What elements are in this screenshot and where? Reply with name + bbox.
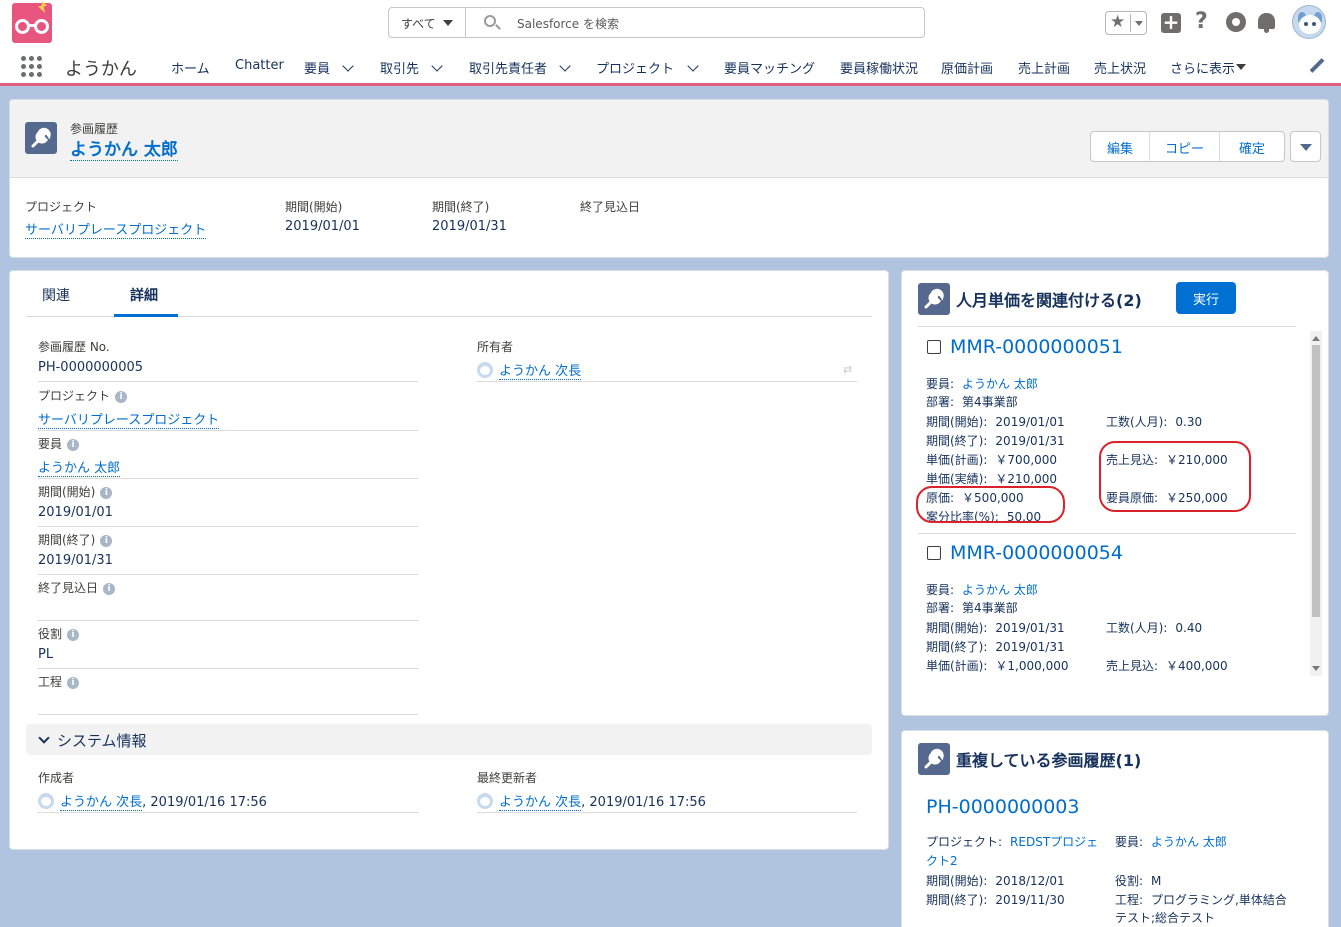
highlight-label: 期間(終了) bbox=[432, 200, 490, 214]
field-created-by: 作成者 ようかん 次長, 2019/01/16 17:56 bbox=[38, 769, 418, 813]
search-icon bbox=[484, 15, 496, 27]
chevron-down-icon[interactable] bbox=[559, 60, 571, 72]
field-end-date: 期間(終了) i 2019/01/31 bbox=[38, 531, 418, 575]
scroll-thumb[interactable] bbox=[1312, 345, 1320, 617]
field-record-no: 参画履歴 No. PH-0000000005 bbox=[38, 338, 418, 382]
edit-button[interactable]: 編集 bbox=[1091, 132, 1150, 161]
panel-title: 重複している参画履歴(1) bbox=[956, 751, 1142, 770]
change-owner-icon[interactable]: ⇄ bbox=[843, 363, 855, 376]
favorites-star-icon[interactable]: ★ bbox=[1110, 12, 1125, 32]
nav-item-sales-plan[interactable]: 売上計画 bbox=[1018, 58, 1070, 77]
highlight-label: プロジェクト bbox=[25, 200, 98, 214]
highlight-label: 終了見込日 bbox=[580, 200, 641, 214]
record-link[interactable]: MMR-0000000051 bbox=[950, 336, 1123, 358]
help-info-icon[interactable]: i bbox=[67, 438, 80, 451]
record-checkbox[interactable] bbox=[927, 340, 941, 354]
user-avatar-icon bbox=[477, 793, 493, 809]
nav-item-member-utilization[interactable]: 要員稼働状況 bbox=[840, 58, 918, 77]
highlight-value: 2019/01/01 bbox=[285, 219, 360, 234]
global-create-icon[interactable]: + bbox=[1161, 12, 1181, 33]
record-checkbox[interactable] bbox=[927, 546, 941, 560]
annotation-oval bbox=[916, 486, 1065, 523]
scroll-down-icon[interactable] bbox=[1312, 666, 1320, 675]
field-start-date: 期間(開始) i 2019/01/01 bbox=[38, 483, 418, 527]
user-avatar-icon[interactable] bbox=[1292, 5, 1326, 39]
nav-item-sales-status[interactable]: 売上状況 bbox=[1094, 58, 1146, 77]
setup-gear-icon[interactable] bbox=[1226, 12, 1246, 32]
search-scope-dropdown[interactable]: すべて bbox=[389, 8, 466, 37]
field-owner: 所有者 ようかん 次長 bbox=[477, 338, 857, 382]
global-header: すべて Salesforce を検索 ★ + ? bbox=[0, 0, 1341, 46]
project-link-cont[interactable]: クト2 bbox=[926, 852, 958, 869]
detail-panel: 関連 詳細 参画履歴 No. PH-0000000005 プロジェクト i サーバ… bbox=[9, 270, 889, 850]
field-modified-by: 最終更新者 ようかん 次長, 2019/01/16 17:56 bbox=[477, 769, 857, 813]
related-rates-panel: 人月単価を関連付ける(2) 実行 MMR-0000000051 要員: ようかん … bbox=[901, 270, 1329, 716]
record-link[interactable]: MMR-0000000054 bbox=[950, 542, 1123, 564]
scroll-up-icon[interactable] bbox=[1312, 332, 1320, 341]
help-info-icon[interactable]: i bbox=[103, 582, 116, 595]
nav-item-accounts[interactable]: 取引先 bbox=[380, 58, 419, 77]
field-expected-end: 終了見込日 i bbox=[38, 579, 418, 621]
nav-item-member-matching[interactable]: 要員マッチング bbox=[724, 58, 815, 77]
duplicate-history-panel: 重複している参画履歴(1) PH-0000000003 プロジェクト: REDST… bbox=[901, 730, 1329, 927]
chevron-down-icon bbox=[38, 732, 50, 744]
nav-item-cost-plan[interactable]: 原価計画 bbox=[941, 58, 993, 77]
favorites-dropdown-icon[interactable] bbox=[1130, 14, 1146, 32]
notification-bell-icon[interactable] bbox=[1258, 13, 1275, 33]
app-name: ようかん bbox=[65, 59, 137, 80]
highlight-value: 2019/01/31 bbox=[432, 219, 507, 234]
favorites-button[interactable]: ★ bbox=[1105, 11, 1147, 35]
help-info-icon[interactable]: i bbox=[100, 534, 113, 547]
record-action-group: 編集 コピー 確定 bbox=[1090, 131, 1285, 162]
app-launcher-icon[interactable] bbox=[21, 56, 42, 77]
tab-related[interactable]: 関連 bbox=[42, 285, 70, 305]
nav-item-projects[interactable]: プロジェクト bbox=[596, 58, 674, 77]
help-info-icon[interactable]: i bbox=[100, 486, 113, 499]
field-project: プロジェクト i サーバリプレースプロジェクト bbox=[38, 387, 418, 431]
highlight-project-link[interactable]: サーバリプレースプロジェクト bbox=[25, 219, 207, 239]
app-nav-bar: ようかん ホーム Chatter 要員 取引先 取引先責任者 プロジェクト 要員… bbox=[0, 46, 1341, 86]
chevron-down-icon[interactable] bbox=[431, 60, 443, 72]
chevron-down-icon[interactable] bbox=[342, 60, 354, 72]
nav-item-home[interactable]: ホーム bbox=[171, 58, 210, 77]
global-search[interactable]: すべて Salesforce を検索 bbox=[388, 7, 925, 38]
record-link[interactable]: PH-0000000003 bbox=[926, 796, 1079, 818]
system-info-section-toggle[interactable]: システム情報 bbox=[26, 724, 872, 755]
record-title[interactable]: ようかん 太郎 bbox=[70, 135, 178, 161]
nav-item-chatter[interactable]: Chatter bbox=[235, 58, 284, 73]
chevron-down-icon[interactable] bbox=[687, 60, 699, 72]
help-info-icon[interactable]: i bbox=[67, 676, 80, 689]
caret-down-icon bbox=[443, 20, 453, 31]
nav-item-contacts[interactable]: 取引先責任者 bbox=[469, 58, 547, 77]
help-info-icon[interactable]: i bbox=[67, 628, 80, 641]
active-tab-indicator bbox=[114, 314, 178, 317]
field-process: 工程 i bbox=[38, 673, 418, 715]
edit-nav-pencil-icon[interactable] bbox=[1310, 58, 1324, 72]
annotation-oval bbox=[1099, 441, 1251, 512]
help-info-icon[interactable]: i bbox=[115, 390, 128, 403]
app-logo-icon[interactable] bbox=[12, 1, 52, 43]
owner-avatar-icon bbox=[477, 362, 493, 378]
help-icon[interactable]: ? bbox=[1195, 9, 1208, 34]
caret-down-icon[interactable] bbox=[1236, 64, 1246, 75]
field-member: 要員 i ようかん 太郎 bbox=[38, 435, 418, 479]
spark-icon bbox=[38, 1, 47, 13]
search-input[interactable]: Salesforce を検索 bbox=[517, 15, 619, 32]
copy-button[interactable]: コピー bbox=[1150, 132, 1220, 161]
panel-scrollbar[interactable] bbox=[1310, 331, 1322, 676]
user-avatar-icon bbox=[38, 793, 54, 809]
record-header: 参画履歴 ようかん 太郎 編集 コピー 確定 プロジェクト サーバリプレースプロ… bbox=[9, 99, 1329, 258]
more-actions-dropdown-icon[interactable] bbox=[1290, 131, 1321, 162]
field-role: 役割 i PL bbox=[38, 625, 418, 669]
tab-details[interactable]: 詳細 bbox=[130, 285, 158, 305]
nav-item-members[interactable]: 要員 bbox=[304, 58, 330, 77]
wrench-icon bbox=[25, 122, 57, 154]
wrench-icon bbox=[918, 743, 950, 775]
nav-item-more[interactable]: さらに表示 bbox=[1170, 58, 1235, 77]
highlight-label: 期間(開始) bbox=[285, 200, 343, 214]
confirm-button[interactable]: 確定 bbox=[1220, 132, 1284, 161]
